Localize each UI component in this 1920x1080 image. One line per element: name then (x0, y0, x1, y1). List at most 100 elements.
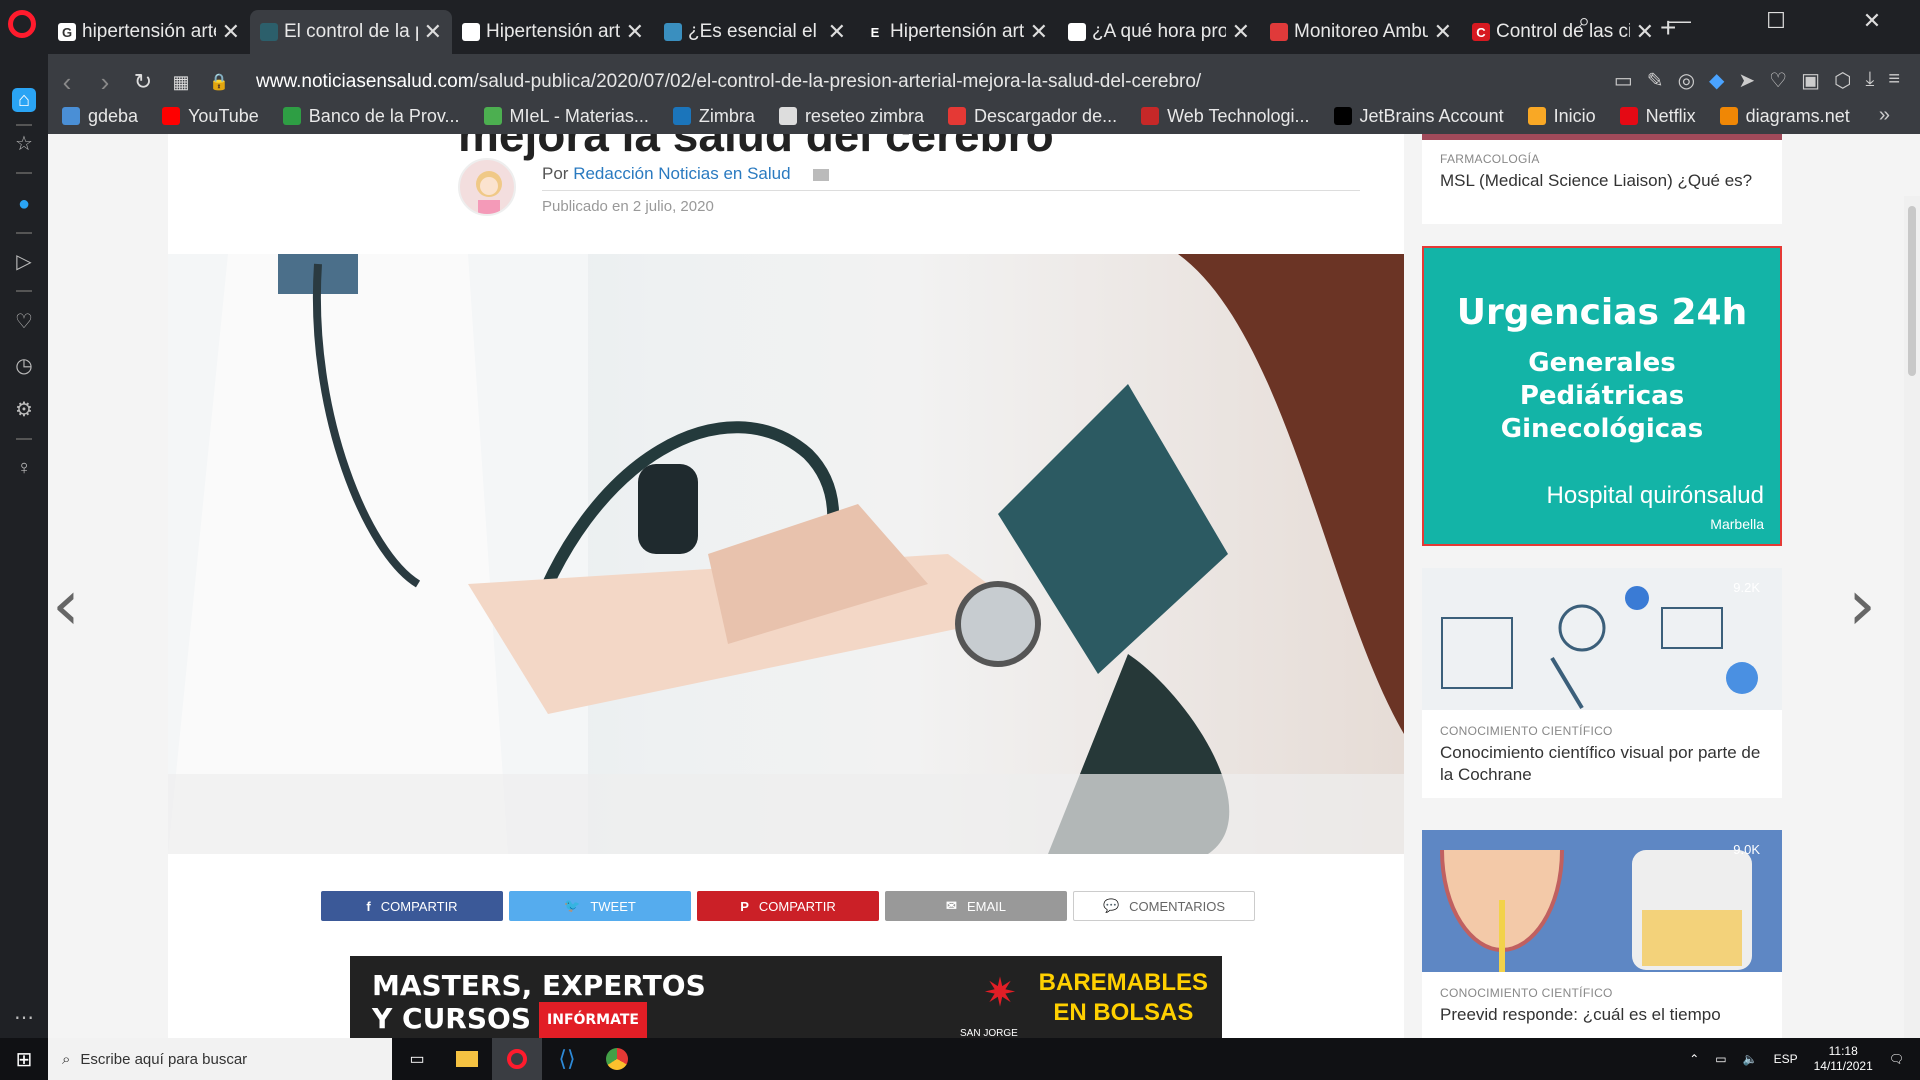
related-card[interactable]: 9.0K CONOCIMIENTO CIENTÍFICO Preevid res… (1422, 830, 1782, 1038)
author-avatar[interactable] (458, 158, 516, 216)
hospital-ad[interactable]: Urgencias 24h Generales Pediátricas Gine… (1422, 246, 1782, 546)
bookmark-item[interactable]: Descargador de... (948, 106, 1117, 127)
telegram-icon[interactable]: ● (12, 192, 36, 216)
browser-tab[interactable]: Ghipertensión arteri ✕ (48, 10, 250, 54)
bookmark-item[interactable]: Zimbra (672, 106, 755, 127)
close-tab-icon[interactable]: ✕ (828, 19, 846, 45)
browser-tab[interactable]: ¿A qué hora propo ✕ (1058, 10, 1260, 54)
send-icon[interactable]: ➤ (1738, 68, 1755, 93)
bookmark-item[interactable]: reseteo zimbra (778, 106, 924, 127)
cube-icon[interactable]: ⬡ (1834, 68, 1851, 93)
heart-icon[interactable]: ♡ (1769, 68, 1787, 93)
close-tab-icon[interactable]: ✕ (1232, 19, 1250, 45)
back-icon[interactable]: ‹ (48, 67, 86, 98)
facebook-icon: f (366, 898, 371, 914)
browser-tab[interactable]: El control de la pre ✕ (250, 10, 452, 54)
next-article-icon[interactable]: › (1848, 564, 1876, 646)
speed-dial-icon[interactable]: ▦ (162, 72, 200, 93)
notifications-icon[interactable]: 🗨 (1889, 1052, 1904, 1066)
banner-cta-button[interactable]: INFÓRMATE (539, 1002, 647, 1038)
shield-icon[interactable]: ◆ (1709, 68, 1724, 93)
bookmark-item[interactable]: Web Technologi... (1141, 106, 1310, 127)
reader-icon[interactable]: ▭ (1614, 68, 1633, 93)
bookmark-item[interactable]: gdeba (62, 106, 138, 127)
extension-icon[interactable]: ▣ (1801, 68, 1820, 93)
bookmark-item[interactable]: diagrams.net (1719, 106, 1850, 127)
file-explorer-icon[interactable] (442, 1038, 492, 1080)
scrollbar[interactable] (1904, 196, 1920, 1038)
bookmark-item[interactable]: Banco de la Prov... (282, 106, 460, 127)
card-title[interactable]: Preevid responde: ¿cuál es el tiempo (1422, 1000, 1782, 1026)
bookmark-item[interactable]: Netflix (1619, 106, 1696, 127)
forward-icon[interactable]: › (86, 67, 124, 98)
byline: Por Redacción Noticias en Salud (542, 164, 830, 184)
bookmark-item[interactable]: MIeL - Materias... (483, 105, 649, 127)
home-icon[interactable]: ⌂ (12, 88, 36, 112)
tab-favicon-icon (1068, 23, 1086, 41)
banner-ad[interactable]: MASTERS, EXPERTOS Y CURSOS INFÓRMATE ✷ SA… (350, 956, 1222, 1038)
network-icon[interactable]: ▭ (1715, 1052, 1726, 1066)
share-button-twitter[interactable]: 🐦 TWEET (509, 891, 691, 921)
edit-icon[interactable]: ✎ (1647, 68, 1664, 93)
menu-icon[interactable]: ≡ (1888, 68, 1900, 93)
reload-icon[interactable]: ↻ (124, 69, 162, 95)
camera-icon[interactable]: ◎ (1678, 68, 1695, 93)
chrome-icon[interactable] (592, 1038, 642, 1080)
share-button-email[interactable]: ✉ EMAIL (885, 891, 1067, 921)
vscode-icon[interactable]: ⟨⟩ (542, 1038, 592, 1080)
windows-start-icon[interactable]: ⊞ (0, 1047, 48, 1072)
close-tab-icon[interactable]: ✕ (222, 19, 240, 45)
tab-title: Hipertensión arter (890, 21, 1024, 42)
browser-tab[interactable]: E Hipertensión arter ✕ (856, 10, 1058, 54)
history-icon[interactable]: ◷ (12, 354, 36, 378)
search-tabs-icon[interactable]: ⌕ (1536, 8, 1632, 34)
card-title[interactable]: MSL (Medical Science Liaison) ¿Qué es? (1422, 166, 1782, 192)
bookmark-item[interactable]: Inicio (1527, 105, 1596, 127)
more-icon[interactable]: ⋯ (12, 1006, 36, 1030)
bookmark-item[interactable]: JetBrains Account (1333, 106, 1504, 127)
lightbulb-icon[interactable]: ♀ (12, 456, 36, 480)
settings-icon[interactable]: ⚙ (12, 398, 36, 422)
tab-favicon-icon (1270, 23, 1288, 41)
download-icon[interactable]: ⤓ (1865, 68, 1874, 93)
related-card[interactable]: 9.2K CONOCIMIENTO CIENTÍFICO Conocimient… (1422, 568, 1782, 798)
close-tab-icon[interactable]: ✕ (1434, 19, 1452, 45)
browser-tab[interactable]: ¿Es esencial el riñó ✕ (654, 10, 856, 54)
browser-tab[interactable]: Hipertensión arter ✕ (452, 10, 654, 54)
author-link[interactable]: Redacción Noticias en Salud (573, 164, 790, 183)
bookmark-label: Inicio (1553, 105, 1596, 126)
scrollbar-thumb[interactable] (1908, 206, 1916, 376)
banner-right-line1: BAREMABLES (1038, 969, 1208, 996)
tray-expand-icon[interactable]: ⌃ (1689, 1052, 1699, 1066)
more-bookmarks-icon[interactable]: » (1879, 104, 1890, 127)
share-button-facebook[interactable]: f COMPARTIR (321, 891, 503, 921)
star-icon[interactable]: ☆ (12, 132, 36, 156)
clock[interactable]: 11:18 14/11/2021 (1814, 1044, 1873, 1074)
share-button-pinterest[interactable]: P COMPARTIR (697, 891, 879, 921)
card-title[interactable]: Conocimiento científico visual por parte… (1422, 738, 1782, 786)
tab-favicon-icon: C (1472, 23, 1490, 41)
url-field[interactable]: www.noticiasensalud.com/salud-publica/20… (256, 71, 1201, 93)
minimize-button[interactable]: — (1632, 8, 1728, 34)
mail-icon[interactable] (813, 168, 830, 181)
taskbar-search[interactable]: ⌕ Escribe aquí para buscar (48, 1038, 392, 1080)
maximize-button[interactable]: ☐ (1728, 8, 1824, 34)
top-related-card[interactable]: FARMACOLOGÍA MSL (Medical Science Liaiso… (1422, 134, 1782, 224)
close-tab-icon[interactable]: ✕ (626, 19, 644, 45)
previous-article-icon[interactable]: ‹ (52, 564, 80, 646)
task-view-icon[interactable]: ▭ (392, 1038, 442, 1080)
heart-icon[interactable]: ♡ (12, 310, 36, 334)
bookmark-favicon-icon (1333, 107, 1352, 125)
close-tab-icon[interactable]: ✕ (1030, 19, 1048, 45)
close-window-button[interactable]: ✕ (1824, 8, 1920, 34)
bookmark-label: MIeL - Materias... (509, 105, 649, 126)
close-tab-icon[interactable]: ✕ (424, 19, 442, 45)
opera-taskbar-icon[interactable] (492, 1038, 542, 1080)
volume-icon[interactable]: 🔈 (1743, 1052, 1758, 1066)
player-icon[interactable]: ▷ (12, 250, 36, 274)
opera-menu-icon[interactable] (8, 10, 36, 38)
bookmark-item[interactable]: YouTube (162, 106, 259, 127)
language-indicator[interactable]: ESP (1774, 1052, 1798, 1066)
share-button-comments[interactable]: 💬 COMENTARIOS (1073, 891, 1255, 921)
browser-tab[interactable]: Monitoreo Ambul ✕ (1260, 10, 1462, 54)
